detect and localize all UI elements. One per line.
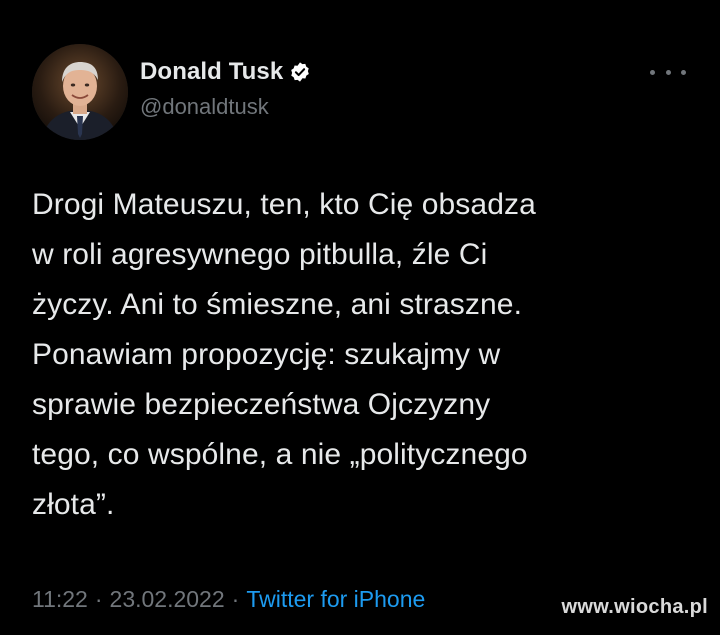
tweet-source-link[interactable]: Twitter for iPhone (246, 586, 425, 613)
author-display-name[interactable]: Donald Tusk (140, 58, 283, 86)
meta-separator: · (231, 586, 240, 612)
tweet-text: Drogi Mateuszu, ten, kto Cię obsadza w r… (32, 188, 536, 521)
author-handle[interactable]: @donaldtusk (140, 94, 269, 120)
verified-badge-icon (289, 61, 311, 83)
more-options-icon[interactable] (650, 62, 686, 82)
more-dot-icon (665, 69, 671, 75)
more-dot-icon (681, 69, 686, 75)
watermark: www.wiocha.pl (561, 596, 708, 618)
more-dot-icon (650, 69, 655, 75)
tweet-card: Donald Tusk @donaldtusk Drogi Mateuszu, … (0, 0, 720, 635)
tweet-time[interactable]: 11:22 (32, 586, 88, 613)
avatar-image (32, 44, 128, 140)
meta-separator: · (94, 586, 103, 612)
avatar[interactable] (32, 44, 128, 140)
tweet-meta: 11:22 · 23.02.2022 · Twitter for iPhone (32, 586, 425, 613)
author-name-row: Donald Tusk (140, 58, 311, 86)
tweet-date[interactable]: 23.02.2022 (110, 586, 225, 613)
